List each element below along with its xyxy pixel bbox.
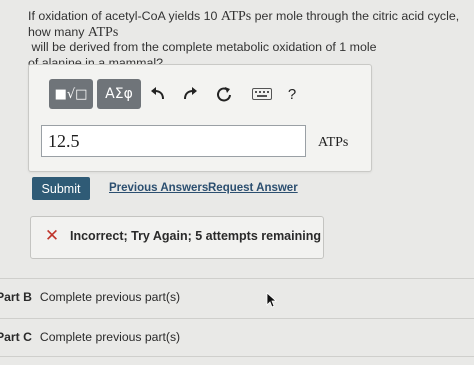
atps-unit: ATPs <box>220 9 252 24</box>
question-line-2-start: how many <box>28 24 88 39</box>
answer-unit: ATPs <box>318 135 349 150</box>
part-c-label: Part C <box>0 330 32 344</box>
divider <box>0 356 474 357</box>
x-mark-icon: ✕ <box>44 226 60 245</box>
part-b-row[interactable]: Part B Complete previous part(s) <box>0 290 180 304</box>
divider <box>0 318 474 319</box>
templates-icon: ■√□ <box>54 86 88 102</box>
answer-editor: ■√□ ΑΣφ ? 12.5 <box>28 64 372 172</box>
greek-symbols-button[interactable]: ΑΣφ <box>97 79 141 109</box>
question-line-1-start: If oxidation of acetyl-CoA yields 10 <box>28 9 221 23</box>
undo-arrow-icon <box>151 87 164 100</box>
keyboard-icon <box>252 88 272 100</box>
reset-button[interactable] <box>211 79 237 109</box>
math-toolbar: ■√□ ΑΣφ ? <box>39 79 359 109</box>
help-button[interactable]: ? <box>279 79 305 109</box>
question-line-1: If oxidation of acetyl-CoA yields 10 ATP… <box>28 9 460 25</box>
undo-button[interactable] <box>145 79 171 109</box>
redo-arrow-icon <box>184 87 197 100</box>
reset-circle-icon <box>217 87 231 102</box>
part-c-row[interactable]: Part C Complete previous part(s) <box>0 330 180 344</box>
redo-button[interactable] <box>177 79 203 109</box>
previous-answers-link[interactable]: Previous Answers <box>109 182 208 194</box>
keyboard-button[interactable] <box>247 79 277 109</box>
question-line-1-end: per mole through the citric acid cycle, <box>251 9 460 23</box>
part-b-text: Complete previous part(s) <box>39 290 181 304</box>
answer-input[interactable]: 12.5 <box>41 125 306 157</box>
submit-button[interactable]: Submit <box>32 177 90 200</box>
templates-button[interactable]: ■√□ <box>49 79 93 109</box>
question-line-2-end: will be derived from the complete metabo… <box>28 40 377 54</box>
feedback-box: ✕ Incorrect; Try Again; 5 attempts remai… <box>30 216 324 259</box>
request-answer-link[interactable]: Request Answer <box>208 182 298 194</box>
question-line-2: how many ATPs will be derived from the c… <box>28 25 460 56</box>
divider <box>0 278 474 279</box>
question-text: If oxidation of acetyl-CoA yields 10 ATP… <box>28 9 460 71</box>
feedback-message: Incorrect; Try Again; 5 attempts remaini… <box>70 229 321 243</box>
part-b-label: Part B <box>0 290 32 304</box>
mouse-pointer-icon <box>266 292 278 308</box>
part-c-text: Complete previous part(s) <box>39 330 181 344</box>
atps-unit: ATPs <box>87 24 119 40</box>
